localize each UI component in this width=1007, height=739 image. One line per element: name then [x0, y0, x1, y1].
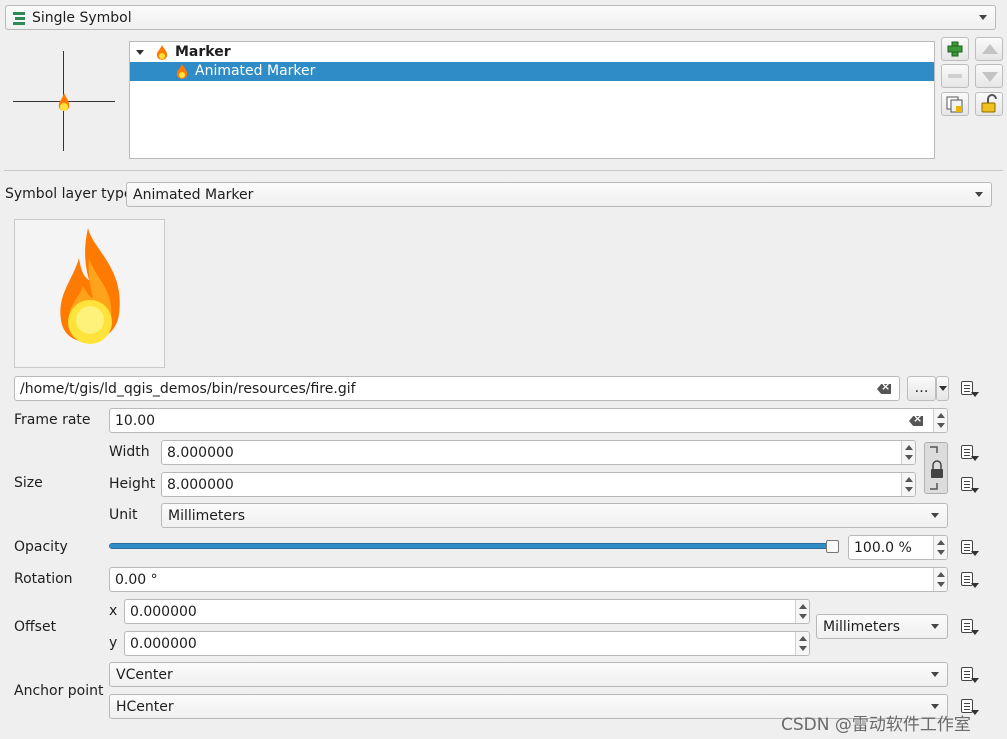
file-path-input[interactable]: /home/t/gis/ld_qgis_demos/bin/resources/…	[14, 376, 900, 401]
vertical-anchor-combo[interactable]: VCenter	[109, 662, 948, 687]
offset-x-spinner[interactable]	[795, 600, 809, 623]
opacity-value: 100.0 %	[854, 539, 912, 556]
rotation-label: Rotation	[14, 571, 73, 587]
rotation-input[interactable]: 0.00 °	[109, 567, 948, 592]
add-layer-button[interactable]	[941, 37, 969, 61]
browse-button[interactable]: …	[907, 376, 936, 401]
symbol-layer-type-label: Symbol layer type	[5, 186, 133, 202]
offset-y-value: 0.000000	[130, 635, 197, 652]
data-defined-override-button[interactable]	[958, 664, 980, 686]
size-unit-value: Millimeters	[168, 507, 246, 524]
chevron-down-icon	[939, 386, 947, 391]
frame-rate-spinner[interactable]	[933, 409, 947, 432]
opacity-spinner[interactable]	[933, 536, 947, 559]
width-value: 8.000000	[167, 444, 234, 461]
offset-y-input[interactable]: 0.000000	[124, 631, 810, 656]
size-label: Size	[14, 475, 43, 491]
lock-icon	[930, 446, 943, 490]
clear-icon[interactable]	[877, 384, 891, 394]
browse-menu-button[interactable]	[936, 376, 949, 401]
plus-icon	[947, 41, 963, 57]
rotation-spinner[interactable]	[933, 568, 947, 591]
renderer-type-label: Single Symbol	[32, 9, 132, 26]
opacity-slider-fill	[110, 544, 838, 548]
height-spinner[interactable]	[901, 473, 915, 496]
data-defined-override-button[interactable]	[958, 569, 980, 591]
duplicate-icon	[946, 96, 963, 113]
fire-icon	[156, 45, 168, 60]
offset-label: Offset	[14, 619, 57, 635]
chevron-down-icon	[931, 513, 939, 518]
expand-arrow-icon[interactable]	[136, 50, 144, 55]
move-up-button[interactable]	[975, 37, 1003, 61]
arrow-down-icon	[982, 72, 998, 82]
unit-label: Unit	[109, 507, 138, 523]
offset-unit-combo[interactable]: Millimeters	[816, 614, 948, 639]
data-defined-override-button[interactable]	[958, 537, 980, 559]
renderer-type-combo[interactable]: Single Symbol	[5, 5, 996, 30]
tree-item-animated-marker[interactable]: Animated Marker	[130, 62, 934, 81]
rotation-value: 0.00 °	[115, 571, 158, 588]
width-input[interactable]: 8.000000	[161, 440, 916, 465]
file-path-value: /home/t/gis/ld_qgis_demos/bin/resources/…	[20, 380, 356, 397]
tree-item-label: Marker	[175, 44, 231, 60]
anchor-point-label: Anchor point	[14, 683, 104, 699]
frame-rate-value: 10.00	[115, 412, 156, 429]
watermark-text: CSDN @雷动软件工作室	[781, 715, 971, 735]
separator	[4, 170, 1003, 171]
offset-x-label: x	[109, 603, 118, 619]
animation-preview	[14, 219, 165, 368]
data-defined-override-button[interactable]	[958, 616, 980, 638]
arrow-up-icon	[982, 44, 998, 54]
offset-x-input[interactable]: 0.000000	[124, 599, 810, 624]
offset-unit-value: Millimeters	[823, 618, 901, 635]
height-value: 8.000000	[167, 476, 234, 493]
height-input[interactable]: 8.000000	[161, 472, 916, 497]
tree-item-marker[interactable]: Marker	[130, 43, 934, 62]
lock-layer-button[interactable]	[975, 92, 1003, 116]
tree-item-label: Animated Marker	[195, 63, 316, 79]
fire-icon	[176, 64, 188, 79]
duplicate-layer-button[interactable]	[941, 92, 969, 116]
aspect-lock-button[interactable]	[924, 442, 948, 494]
opacity-input[interactable]: 100.0 %	[848, 535, 948, 560]
data-defined-override-button[interactable]	[958, 378, 980, 400]
chevron-down-icon	[979, 15, 987, 20]
height-label: Height	[109, 476, 156, 492]
chevron-down-icon	[975, 192, 983, 197]
fire-image	[60, 228, 120, 344]
move-down-button[interactable]	[975, 64, 1003, 88]
single-symbol-icon	[12, 11, 26, 25]
width-spinner[interactable]	[901, 441, 915, 464]
chevron-down-icon	[931, 704, 939, 709]
opacity-slider-handle[interactable]	[826, 540, 839, 553]
chevron-down-icon	[931, 624, 939, 629]
symbol-layer-type-combo[interactable]: Animated Marker	[126, 182, 992, 207]
browse-label: …	[914, 380, 929, 396]
opacity-label: Opacity	[14, 539, 68, 555]
frame-rate-input[interactable]: 10.00	[109, 408, 948, 433]
frame-rate-label: Frame rate	[14, 412, 91, 428]
opacity-slider-track[interactable]	[109, 543, 839, 549]
clear-icon[interactable]	[909, 416, 923, 426]
symbol-layer-type-value: Animated Marker	[133, 186, 254, 203]
data-defined-override-button[interactable]	[958, 474, 980, 496]
offset-y-spinner[interactable]	[795, 632, 809, 655]
chevron-down-icon	[931, 672, 939, 677]
symbol-preview	[10, 48, 118, 154]
size-unit-combo[interactable]: Millimeters	[161, 503, 948, 528]
vertical-anchor-value: VCenter	[116, 666, 173, 683]
minus-icon	[948, 74, 962, 78]
horizontal-anchor-value: HCenter	[116, 698, 174, 715]
remove-layer-button[interactable]	[941, 64, 969, 88]
fire-icon	[58, 93, 70, 111]
symbol-layer-tree[interactable]: Marker Animated Marker	[129, 41, 935, 159]
unlock-icon	[981, 94, 997, 113]
data-defined-override-button[interactable]	[958, 442, 980, 464]
offset-y-label: y	[109, 635, 118, 651]
width-label: Width	[109, 444, 150, 460]
offset-x-value: 0.000000	[130, 603, 197, 620]
